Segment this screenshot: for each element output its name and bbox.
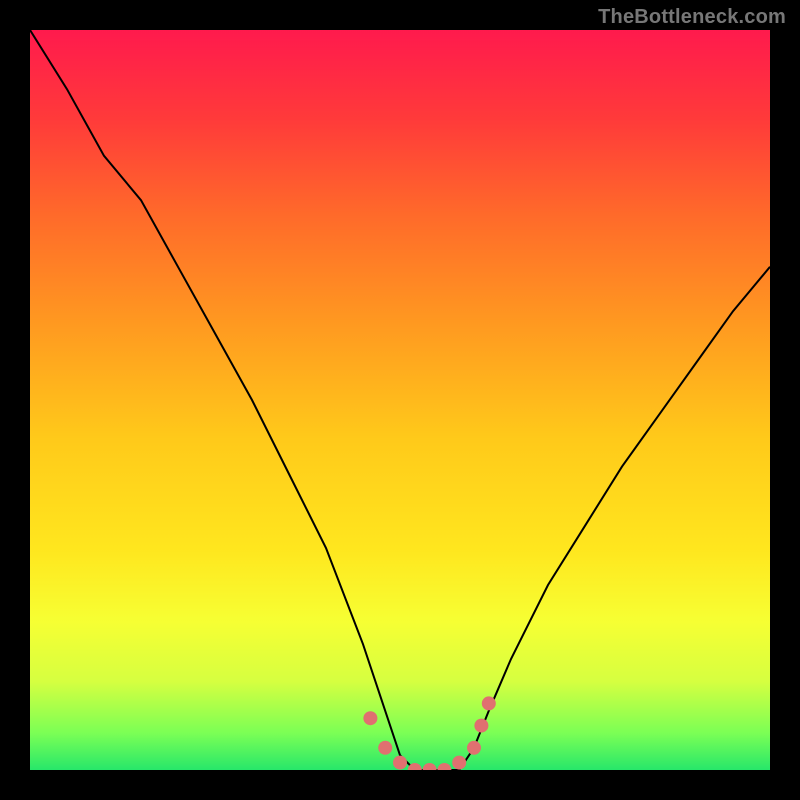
chart-svg <box>30 30 770 770</box>
highlight-dot <box>467 741 481 755</box>
plot-area <box>30 30 770 770</box>
highlight-dot <box>393 756 407 770</box>
chart-container: TheBottleneck.com <box>0 0 800 800</box>
highlight-dot <box>474 719 488 733</box>
highlight-dot <box>437 763 451 770</box>
highlight-dot <box>452 756 466 770</box>
bottleneck-curve <box>30 30 770 770</box>
highlight-dot <box>363 711 377 725</box>
highlight-dot <box>423 763 437 770</box>
highlight-dot <box>482 696 496 710</box>
watermark-text: TheBottleneck.com <box>598 6 786 29</box>
highlight-dot <box>378 741 392 755</box>
